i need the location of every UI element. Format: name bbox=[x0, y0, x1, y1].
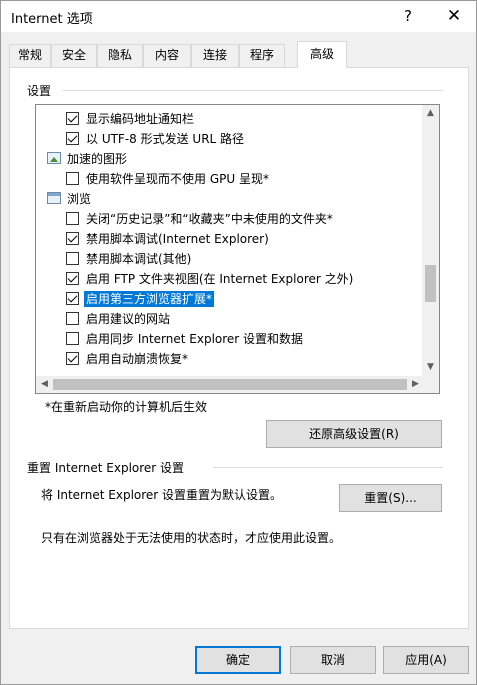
list-item[interactable]: 禁用脚本调试(其他) bbox=[36, 249, 419, 269]
setting-label: 禁用脚本调试(其他) bbox=[86, 252, 192, 266]
tab-security[interactable]: 安全 bbox=[51, 44, 97, 67]
cancel-button[interactable]: 取消 bbox=[290, 646, 376, 674]
reset-warning: 只有在浏览器处于无法使用的状态时，才应使用此设置。 bbox=[41, 531, 342, 545]
browser-window-icon bbox=[47, 192, 61, 204]
settings-group-label: 设置 bbox=[27, 84, 52, 98]
setting-checkbox[interactable] bbox=[66, 132, 79, 145]
setting-label: 启用自动崩溃恢复* bbox=[86, 352, 189, 366]
ok-button[interactable]: 确定 bbox=[195, 646, 281, 674]
list-item[interactable]: 以 UTF-8 形式发送 URL 路径 bbox=[36, 129, 419, 149]
setting-label: 启用同步 Internet Explorer 设置和数据 bbox=[86, 332, 304, 346]
scroll-up-icon[interactable]: ▲ bbox=[422, 105, 439, 122]
setting-label: 显示编码地址通知栏 bbox=[86, 112, 195, 126]
help-icon[interactable]: ? bbox=[395, 4, 421, 28]
tab-advanced[interactable]: 高级 bbox=[297, 41, 347, 68]
horizontal-scroll-thumb[interactable] bbox=[53, 379, 407, 390]
tab-content[interactable]: 内容 bbox=[143, 44, 191, 67]
horizontal-scrollbar[interactable]: ◀ ▶ bbox=[36, 376, 424, 393]
list-item[interactable]: 启用自动崩溃恢复* bbox=[36, 349, 419, 369]
close-icon[interactable]: ✕ bbox=[439, 4, 469, 28]
list-item-selected[interactable]: 启用第三方浏览器扩展* bbox=[36, 289, 419, 309]
setting-label: 启用建议的网站 bbox=[86, 312, 171, 326]
setting-checkbox[interactable] bbox=[66, 352, 79, 365]
setting-checkbox[interactable] bbox=[66, 212, 79, 225]
reset-group-label: 重置 Internet Explorer 设置 bbox=[27, 461, 185, 475]
list-item[interactable]: 关闭“历史记录”和“收藏夹”中未使用的文件夹* bbox=[36, 209, 419, 229]
list-item[interactable]: 禁用脚本调试(Internet Explorer) bbox=[36, 229, 419, 249]
setting-label: 关闭“历史记录”和“收藏夹”中未使用的文件夹* bbox=[86, 212, 333, 226]
list-item[interactable]: 显示编码地址通知栏 bbox=[36, 109, 419, 129]
setting-checkbox[interactable] bbox=[66, 292, 79, 305]
setting-label: 启用第三方浏览器扩展* bbox=[84, 291, 215, 307]
list-item[interactable]: 启用建议的网站 bbox=[36, 309, 419, 329]
setting-checkbox[interactable] bbox=[66, 272, 79, 285]
reset-description: 将 Internet Explorer 设置重置为默认设置。 bbox=[41, 488, 283, 502]
reset-group-divider bbox=[213, 467, 443, 468]
list-item[interactable]: 启用 FTP 文件夹视图(在 Internet Explorer 之外) bbox=[36, 269, 419, 289]
setting-label: 启用 FTP 文件夹视图(在 Internet Explorer 之外) bbox=[86, 272, 354, 286]
setting-checkbox[interactable] bbox=[66, 312, 79, 325]
list-category: 浏览 bbox=[36, 189, 419, 209]
scrollbar-corner bbox=[422, 376, 439, 393]
setting-checkbox[interactable] bbox=[66, 232, 79, 245]
tab-programs[interactable]: 程序 bbox=[239, 44, 285, 67]
vertical-scroll-thumb[interactable] bbox=[425, 265, 436, 302]
category-label: 加速的图形 bbox=[67, 152, 128, 166]
apply-button[interactable]: 应用(A) bbox=[383, 646, 469, 674]
setting-label: 以 UTF-8 形式发送 URL 路径 bbox=[86, 132, 245, 146]
setting-checkbox[interactable] bbox=[66, 112, 79, 125]
scroll-down-icon[interactable]: ▼ bbox=[422, 359, 439, 376]
tab-privacy[interactable]: 隐私 bbox=[97, 44, 143, 67]
title-bar: Internet 选项 ? ✕ bbox=[1, 1, 476, 32]
tab-connections[interactable]: 连接 bbox=[191, 44, 239, 67]
scroll-left-icon[interactable]: ◀ bbox=[36, 376, 53, 393]
reset-button[interactable]: 重置(S)... bbox=[339, 484, 442, 512]
list-category: 加速的图形 bbox=[36, 149, 419, 169]
restore-advanced-settings-button[interactable]: 还原高级设置(R) bbox=[266, 420, 442, 448]
category-label: 浏览 bbox=[67, 192, 92, 206]
window-title: Internet 选项 bbox=[11, 12, 93, 27]
settings-list[interactable]: 显示编码地址通知栏 以 UTF-8 形式发送 URL 路径 加速的图形 使用软件… bbox=[35, 104, 440, 394]
internet-options-dialog: Internet 选项 ? ✕ 常规 安全 隐私 内容 连接 程序 高级 设置 … bbox=[0, 0, 477, 685]
setting-checkbox[interactable] bbox=[66, 332, 79, 345]
image-icon bbox=[47, 152, 61, 164]
list-item[interactable]: 使用软件呈现而不使用 GPU 呈现* bbox=[36, 169, 419, 189]
vertical-scrollbar[interactable]: ▲ ▼ bbox=[422, 105, 439, 376]
tab-general[interactable]: 常规 bbox=[9, 44, 51, 67]
tab-strip: 常规 安全 隐私 内容 连接 程序 高级 bbox=[9, 41, 469, 68]
setting-label: 使用软件呈现而不使用 GPU 呈现* bbox=[86, 172, 269, 186]
list-item[interactable]: 启用同步 Internet Explorer 设置和数据 bbox=[36, 329, 419, 349]
setting-checkbox[interactable] bbox=[66, 172, 79, 185]
restart-note: *在重新启动你的计算机后生效 bbox=[45, 400, 208, 414]
setting-checkbox[interactable] bbox=[66, 252, 79, 265]
setting-label: 禁用脚本调试(Internet Explorer) bbox=[86, 232, 269, 246]
settings-group-divider bbox=[63, 90, 443, 91]
